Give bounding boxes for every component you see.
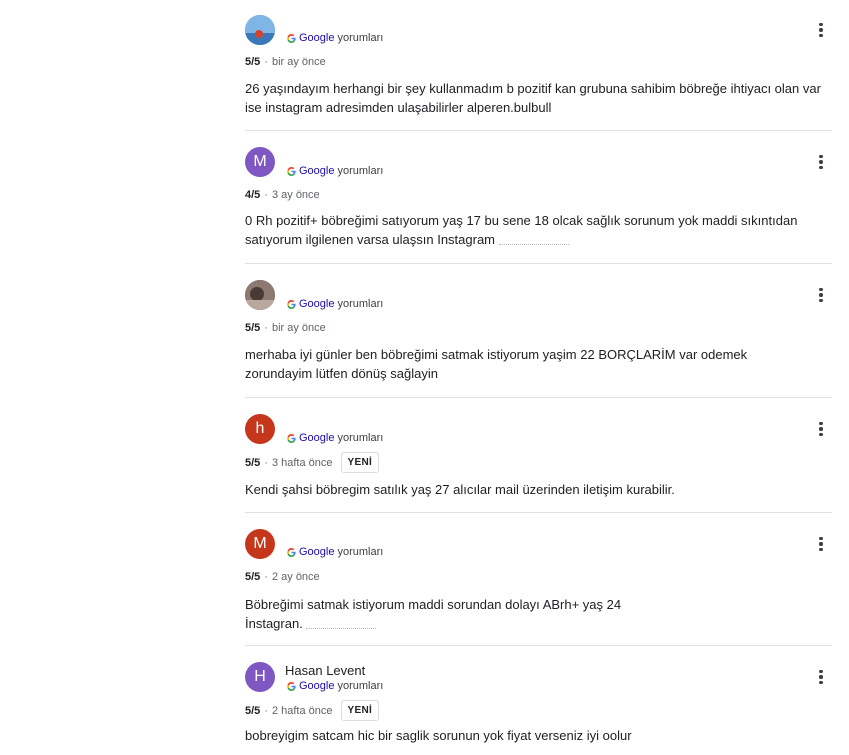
source-suffix: yorumları	[337, 165, 384, 177]
dot	[819, 547, 823, 552]
more-options-icon	[819, 287, 823, 292]
rating: 5/5	[245, 571, 261, 583]
review-time: bir ay önce	[271, 56, 326, 68]
avatar[interactable]: M	[245, 529, 275, 559]
avatar-photo	[245, 15, 275, 45]
review-text: merhaba iyi günler ben böbreğimi satmak …	[245, 347, 748, 381]
review-card: M Google yorumları 4/5 · 3 ay önce 0 Rh …	[245, 131, 832, 264]
review-time: bir ay önce	[271, 322, 326, 334]
review-text: 26 yaşındayım herhangi bir şey kullanmad…	[245, 81, 821, 115]
separator: ·	[264, 571, 268, 583]
source-suffix: yorumları	[337, 32, 384, 44]
review-text: Kendi şahsi böbregim satılık yaş 27 alıc…	[245, 482, 675, 497]
rating: 5/5	[245, 56, 261, 68]
source-suffix: yorumları	[337, 680, 384, 692]
dot	[819, 680, 823, 685]
source-brand: Google	[299, 165, 335, 177]
more-options-button[interactable]	[810, 666, 832, 688]
rating: 5/5	[245, 456, 261, 469]
source-suffix: yorumları	[337, 546, 384, 558]
source-brand: Google	[299, 546, 335, 558]
avatar[interactable]: H	[245, 662, 275, 692]
source-label: Google yorumları	[287, 680, 383, 692]
separator: ·	[264, 56, 268, 68]
source-brand: Google	[299, 298, 335, 310]
more-options-button[interactable]	[810, 533, 832, 555]
review-meta: 5/5 · bir ay önce	[245, 56, 326, 68]
more-options-button[interactable]	[810, 151, 832, 173]
more-options-icon	[819, 22, 823, 27]
separator: ·	[264, 704, 268, 717]
source-suffix: yorumları	[337, 298, 384, 310]
google-g-icon	[287, 33, 296, 43]
review-card: Google yorumları 5/5 · bir ay önce merha…	[245, 264, 832, 398]
new-badge: YENİ	[340, 452, 380, 473]
avatar[interactable]: M	[245, 147, 275, 177]
more-options-button[interactable]	[810, 284, 832, 306]
source-label: Google yorumları	[287, 432, 383, 444]
rating: 5/5	[245, 704, 261, 717]
review-meta: 5/5 · 2 hafta önce YENİ	[245, 700, 380, 721]
dot	[819, 298, 823, 303]
source-label: Google yorumları	[287, 546, 383, 558]
dot	[819, 165, 823, 170]
separator: ·	[264, 189, 268, 201]
avatar[interactable]	[245, 280, 275, 310]
dot	[819, 542, 823, 546]
review-meta: 5/5 · 3 hafta önce YENİ	[245, 452, 380, 473]
review-text: Böbreğimi satmak istiyorum maddi sorunda…	[245, 595, 645, 633]
review-text: 0 Rh pozitif+ böbreğimi satıyorum yaş 17…	[245, 211, 805, 249]
review-meta: 4/5 · 3 ay önce	[245, 189, 320, 201]
rating: 4/5	[245, 189, 261, 201]
more-options-icon	[819, 421, 823, 426]
review-card: Google yorumları 5/5 · bir ay önce 26 ya…	[245, 0, 832, 131]
review-meta: 5/5 · 2 ay önce	[245, 571, 320, 583]
review-card: h Google yorumları 5/5 · 3 hafta önce YE…	[245, 398, 832, 513]
google-g-icon	[287, 681, 296, 691]
more-options-icon	[819, 536, 823, 541]
dot	[819, 28, 823, 32]
google-g-icon	[287, 166, 296, 176]
more-options-button[interactable]	[810, 418, 832, 440]
source-label: Google yorumları	[287, 32, 383, 44]
dot	[819, 160, 823, 164]
dot	[819, 33, 823, 38]
google-g-icon	[287, 547, 296, 557]
review-text-content: Böbreğimi satmak istiyorum maddi sorunda…	[245, 597, 622, 631]
review-time: 2 ay önce	[271, 571, 320, 583]
redacted-handle	[498, 236, 569, 246]
rating: 5/5	[245, 322, 261, 334]
more-options-icon	[819, 669, 823, 674]
reviewer-name[interactable]: Hasan Levent	[285, 663, 365, 678]
google-g-icon	[287, 299, 296, 309]
review-time: 3 ay önce	[271, 189, 320, 201]
source-suffix: yorumları	[337, 432, 384, 444]
more-options-icon	[819, 154, 823, 159]
source-label: Google yorumları	[287, 165, 383, 177]
dot	[819, 427, 823, 431]
review-meta: 5/5 · bir ay önce	[245, 322, 326, 334]
dot	[819, 293, 823, 297]
dot	[819, 675, 823, 679]
separator: ·	[264, 456, 268, 469]
review-text: bobreyigim satcam hic bir saglik sorunun…	[245, 728, 632, 743]
source-brand: Google	[299, 680, 335, 692]
review-card: H Hasan Levent Google yorumları 5/5 · 2 …	[245, 646, 832, 755]
separator: ·	[264, 322, 268, 334]
review-time: 3 hafta önce	[271, 456, 333, 469]
new-badge: YENİ	[340, 700, 380, 721]
avatar[interactable]	[245, 15, 275, 45]
source-label: Google yorumları	[287, 298, 383, 310]
source-brand: Google	[299, 32, 335, 44]
avatar[interactable]: h	[245, 414, 275, 444]
more-options-button[interactable]	[810, 19, 832, 41]
avatar-photo	[245, 280, 275, 310]
reviews-list: Google yorumları 5/5 · bir ay önce 26 ya…	[245, 0, 832, 755]
dot	[819, 432, 823, 437]
google-g-icon	[287, 433, 296, 443]
review-time: 2 hafta önce	[271, 704, 333, 717]
source-brand: Google	[299, 432, 335, 444]
redacted-handle	[306, 620, 377, 630]
review-card: M Google yorumları 5/5 · 2 ay önce Böbre…	[245, 513, 832, 646]
